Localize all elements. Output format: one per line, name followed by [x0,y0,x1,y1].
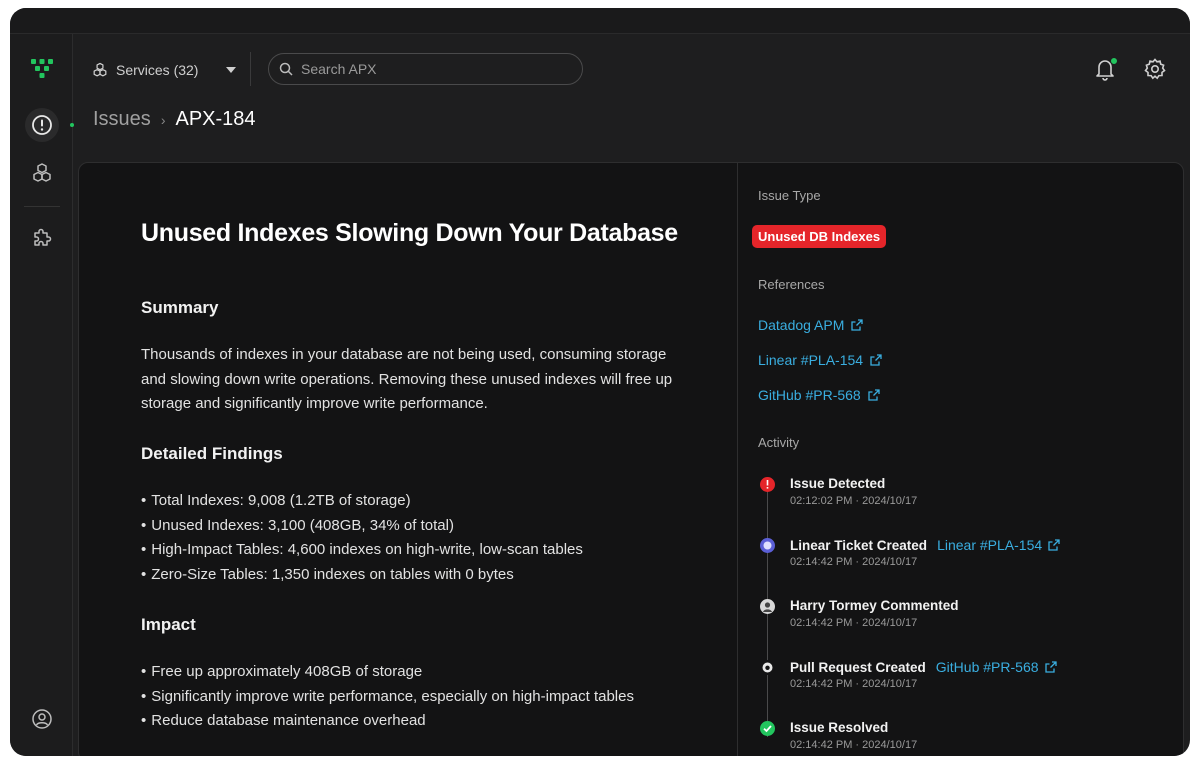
activity-title: Linear Ticket Created Linear #PLA-154 [790,537,1060,553]
notifications-button[interactable] [1094,57,1118,81]
user-circle-icon [32,709,52,729]
app-window: Services (32) Issues › APX-184 Unused In… [10,8,1190,756]
list-item: Total Indexes: 9,008 (1.2TB of storage) [141,489,583,514]
activity-title-text: Issue Detected [790,476,886,491]
issue-type-badge: Unused DB Indexes [752,225,887,248]
user-avatar-icon [760,599,775,614]
list-item: Unused Indexes: 3,100 (408GB, 34% of tot… [141,514,583,539]
activity-time: 02:14:42 PM · 2024/10/17 [790,556,918,568]
list-item: Free up approximately 408GB of storage [141,660,634,685]
cubes-icon [33,163,51,182]
activity-title-text: Issue Resolved [790,720,889,735]
reference-link-datadog[interactable]: Datadog APM [758,317,864,333]
issue-card: Unused Indexes Slowing Down Your Databas… [78,162,1184,756]
list-item: High-Impact Tables: 4,600 indexes on hig… [141,538,583,563]
puzzle-icon [34,228,52,246]
reference-label: Linear #PLA-154 [758,352,864,368]
summary-heading: Summary [141,298,219,317]
issue-detail: Unused Indexes Slowing Down Your Databas… [79,163,737,756]
activity-link-label: Linear #PLA-154 [937,537,1043,553]
impact-heading: Impact [141,615,196,634]
caret-down-icon [226,67,237,73]
activity-title: Harry Tormey Commented [790,598,959,613]
check-icon [760,721,775,736]
activity-title-text: Pull Request Created [790,659,926,675]
activity-time: 02:14:42 PM · 2024/10/17 [790,617,918,629]
activity-link[interactable]: Linear #PLA-154 [937,537,1060,553]
issue-type-label: Issue Type [758,188,821,203]
sidebar-item-integrations[interactable] [25,220,59,254]
breadcrumb-issues-link[interactable]: Issues [93,108,151,131]
activity-link-label: GitHub #PR-568 [935,659,1039,675]
window-titlebar [10,8,1190,34]
gear-icon [1144,58,1166,80]
impact-list: Free up approximately 408GB of storage S… [141,660,634,734]
list-item: Reduce database maintenance overhead [141,709,634,734]
services-dropdown[interactable]: Services (32) [92,58,237,82]
alert-circle-icon [32,115,52,135]
search-input[interactable] [301,61,561,77]
linear-icon [760,538,775,553]
references-label: References [758,277,825,292]
external-link-icon [1048,539,1060,551]
alert-icon [760,477,775,492]
breadcrumb-separator: › [160,111,166,128]
activity-title: Pull Request Created GitHub #PR-568 [790,659,1057,675]
reference-link-linear[interactable]: Linear #PLA-154 [758,352,882,368]
notification-dot [1110,57,1118,65]
list-item: Zero-Size Tables: 1,350 indexes on table… [141,563,583,588]
activity-time: 02:14:42 PM · 2024/10/17 [790,739,918,751]
activity-link[interactable]: GitHub #PR-568 [936,659,1057,675]
issue-side-panel: Issue Type Unused DB Indexes References … [737,163,1183,756]
summary-text: Thousands of indexes in your database ar… [141,346,673,412]
reference-link-github[interactable]: GitHub #PR-568 [758,387,880,403]
activity-label: Activity [758,435,800,450]
cubes-icon [93,62,107,77]
breadcrumb: Issues › APX-184 [93,108,256,131]
active-indicator [70,123,74,127]
issue-title: Unused Indexes Slowing Down Your Databas… [141,219,678,247]
activity-time: 02:12:02 PM · 2024/10/17 [790,495,918,507]
findings-heading: Detailed Findings [141,444,283,463]
findings-list: Total Indexes: 9,008 (1.2TB of storage) … [141,489,583,587]
sidebar-item-issues[interactable] [25,108,59,142]
external-link-icon [870,354,882,366]
activity-title-text: Harry Tormey Commented [790,598,959,613]
reference-label: Datadog APM [758,317,845,333]
services-label: Services (32) [116,62,199,78]
sidebar [10,34,74,756]
activity-time: 02:14:42 PM · 2024/10/17 [790,678,918,690]
external-link-icon [851,319,864,331]
sidebar-divider [24,206,60,207]
sidebar-item-services[interactable] [25,156,59,190]
search-bar[interactable] [268,53,583,85]
github-icon [760,660,775,675]
activity-title-text: Linear Ticket Created [790,537,928,553]
external-link-icon [1044,661,1057,673]
topbar-divider [250,52,251,86]
activity-title: Issue Detected [790,476,885,491]
logo-icon[interactable] [25,52,59,86]
settings-button[interactable] [1143,57,1167,81]
sidebar-item-profile[interactable] [25,702,59,736]
breadcrumb-current: APX-184 [175,108,256,130]
list-item: Significantly improve write performance,… [141,685,634,710]
search-icon [279,62,293,76]
reference-label: GitHub #PR-568 [758,387,861,403]
external-link-icon [868,389,880,401]
activity-title: Issue Resolved [790,720,888,735]
